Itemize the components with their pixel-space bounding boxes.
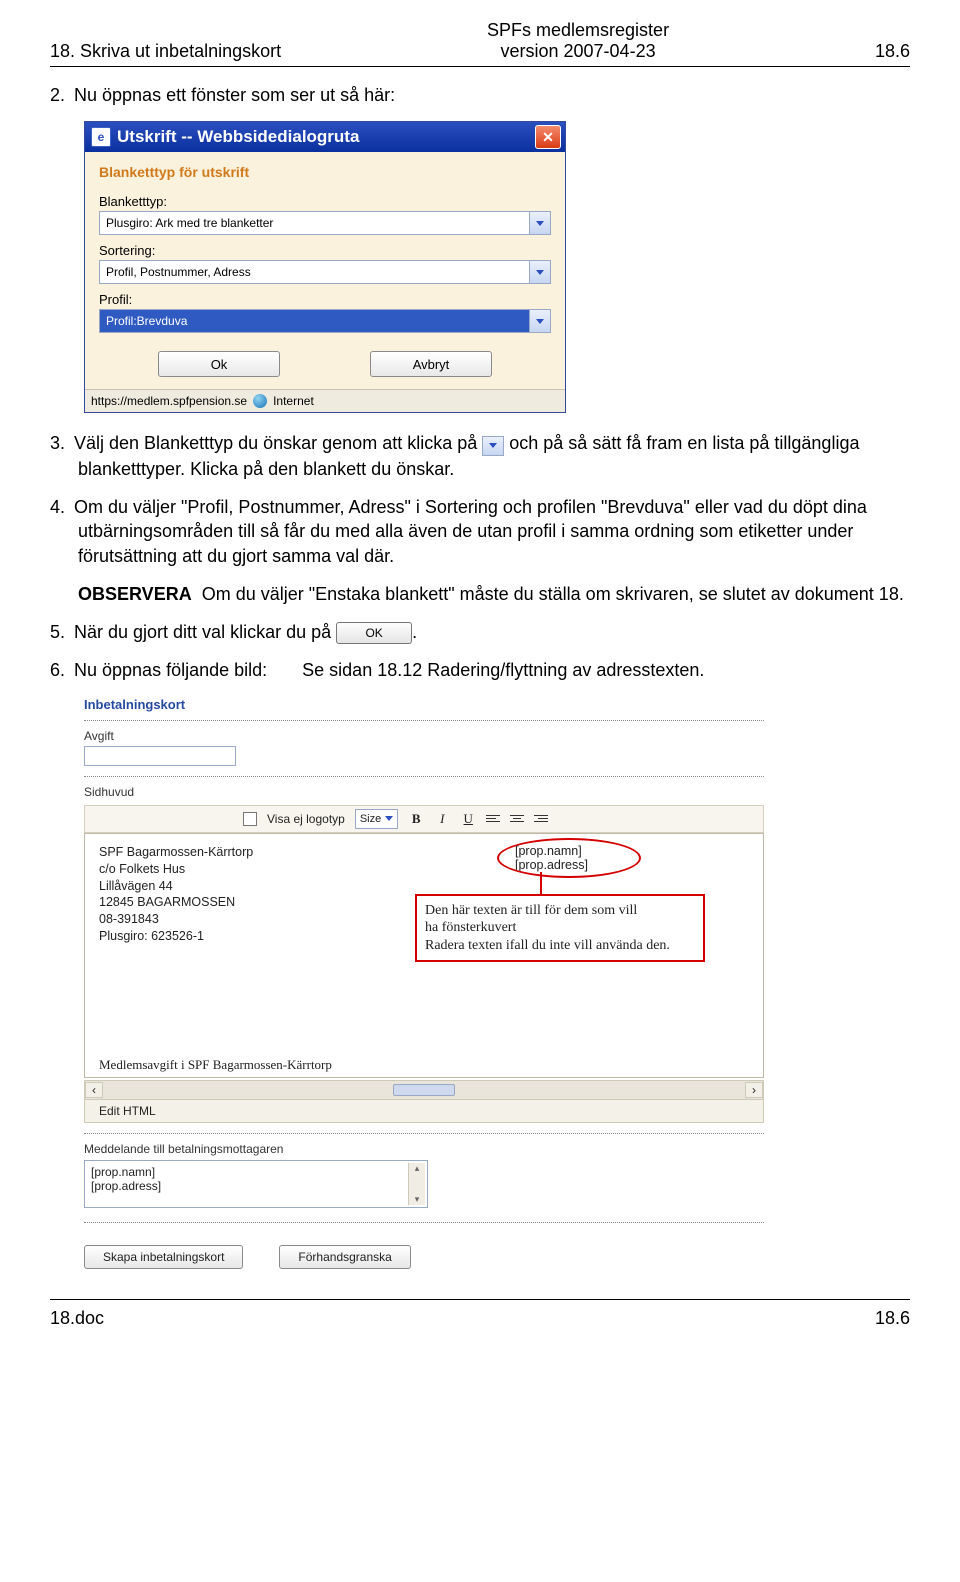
size-label: Size — [360, 813, 381, 825]
para-5-num: 5. — [50, 620, 74, 644]
addr-line: Lillåvägen 44 — [99, 878, 749, 895]
observera-text: Om du väljer "Enstaka blankett" måste du… — [202, 584, 904, 604]
meddelande-label: Meddelande till betalningsmottagaren — [84, 1142, 764, 1156]
para-4: 4.Om du väljer "Profil, Postnummer, Adre… — [78, 495, 910, 568]
para-6: 6.Nu öppnas följande bild: Se sidan 18.1… — [78, 658, 910, 682]
footer-left: 18.doc — [50, 1308, 104, 1329]
callout-line: Radera texten ifall du inte vill använda… — [425, 937, 695, 955]
size-select[interactable]: Size — [355, 809, 398, 829]
dialog-section-title: Blanketttyp för utskrift — [99, 164, 551, 180]
para-6-num: 6. — [50, 658, 74, 682]
meddelande-textarea[interactable]: [prop.namn] [prop.adress] ▴▾ — [84, 1160, 428, 1208]
med-line: [prop.namn] — [91, 1165, 421, 1179]
divider — [84, 1222, 764, 1223]
para-3-before: Välj den Blanketttyp du önskar genom att… — [74, 433, 477, 453]
callout-line: ha fönsterkuvert — [425, 919, 695, 937]
para-3-num: 3. — [50, 431, 74, 455]
truncated-text: Medlemsavgift i SPF Bagarmossen-Kärrtorp — [99, 1057, 749, 1073]
scroll-thumb[interactable] — [393, 1084, 455, 1096]
select-sortering-value[interactable] — [100, 261, 529, 283]
para-4-num: 4. — [50, 495, 74, 519]
close-button[interactable]: ✕ — [535, 125, 561, 149]
sidhuvud-label: Sidhuvud — [84, 785, 764, 799]
align-right-icon[interactable] — [534, 815, 548, 822]
scroll-left-icon[interactable]: ‹ — [85, 1082, 103, 1098]
para-6-extra: Se sidan 18.12 Radering/flyttning av adr… — [302, 660, 704, 680]
scroll-right-icon[interactable]: › — [745, 1082, 763, 1098]
select-profil[interactable] — [99, 309, 551, 333]
annotation-oval — [497, 838, 641, 878]
avgift-input[interactable] — [84, 746, 236, 766]
footer-rule — [50, 1299, 910, 1300]
select-blanketttyp[interactable] — [99, 211, 551, 235]
para-3: 3.Välj den Blanketttyp du önskar genom a… — [78, 431, 910, 481]
dialog-title: Utskrift -- Webbsidedialogruta — [117, 127, 359, 147]
field-label-sortering: Sortering: — [99, 243, 551, 258]
rich-text-toolbar: Visa ej logotyp Size B I U — [84, 805, 764, 833]
app-icon: e — [91, 127, 111, 147]
vertical-scrollbar[interactable]: ▴▾ — [408, 1163, 425, 1205]
horizontal-scrollbar[interactable]: ‹ › — [84, 1080, 764, 1100]
annotation-callout: Den här texten är till för dem som vill … — [415, 894, 705, 963]
divider — [84, 720, 764, 721]
para-5-text: När du gjort ditt val klickar du på — [74, 622, 331, 642]
italic-button[interactable]: I — [434, 811, 450, 827]
callout-line: Den här texten är till för dem som vill — [425, 902, 695, 920]
bold-button[interactable]: B — [408, 811, 424, 827]
visa-ej-label: Visa ej logotyp — [267, 812, 345, 826]
header-center-2: version 2007-04-23 — [281, 41, 875, 62]
avgift-label: Avgift — [84, 729, 764, 743]
editor-title: Inbetalningskort — [84, 697, 764, 712]
skapa-button[interactable]: Skapa inbetalningskort — [84, 1245, 243, 1269]
align-left-icon[interactable] — [486, 815, 500, 822]
header-rule — [50, 66, 910, 67]
field-label-blanketttyp: Blanketttyp: — [99, 194, 551, 209]
chevron-down-icon[interactable] — [529, 310, 550, 332]
edit-html-row: Edit HTML — [84, 1100, 764, 1123]
checkbox-visa-ej[interactable] — [243, 812, 257, 826]
divider — [84, 776, 764, 777]
ok-inline-button[interactable]: OK — [336, 622, 412, 644]
para-2: 2.Nu öppnas ett fönster som ser ut så hä… — [78, 83, 910, 107]
header-center-1: SPFs medlemsregister — [281, 20, 875, 41]
status-zone: Internet — [273, 394, 314, 408]
globe-icon — [253, 394, 267, 408]
rich-text-area[interactable]: SPF Bagarmossen-Kärrtorp c/o Folkets Hus… — [84, 833, 764, 1078]
header-left: 18. Skriva ut inbetalningskort — [50, 41, 281, 62]
para-2-text: Nu öppnas ett fönster som ser ut så här: — [74, 85, 395, 105]
forhandsgranska-button[interactable]: Förhandsgranska — [279, 1245, 410, 1269]
status-url: https://medlem.spfpension.se — [91, 394, 247, 408]
ok-button[interactable]: Ok — [158, 351, 280, 377]
observera-bold: OBSERVERA — [78, 584, 192, 604]
field-label-profil: Profil: — [99, 292, 551, 307]
align-center-icon[interactable] — [510, 815, 524, 822]
header-right: 18.6 — [875, 41, 910, 62]
addr-line: c/o Folkets Hus — [99, 861, 749, 878]
para-5: 5.När du gjort ditt val klickar du på OK… — [78, 620, 910, 644]
print-dialog: e Utskrift -- Webbsidedialogruta ✕ Blank… — [84, 121, 566, 413]
chevron-down-icon[interactable] — [529, 212, 550, 234]
dialog-titlebar: e Utskrift -- Webbsidedialogruta ✕ — [85, 122, 565, 152]
status-bar: https://medlem.spfpension.se Internet — [85, 389, 565, 412]
select-profil-value[interactable] — [100, 310, 529, 332]
para-observera: OBSERVERA Om du väljer "Enstaka blankett… — [78, 582, 910, 606]
underline-button[interactable]: U — [460, 811, 476, 827]
select-blanketttyp-value[interactable] — [100, 212, 529, 234]
med-line: [prop.adress] — [91, 1179, 421, 1193]
dropdown-inline-icon — [482, 432, 504, 456]
edit-html-label: Edit HTML — [99, 1104, 156, 1118]
cancel-button[interactable]: Avbryt — [370, 351, 492, 377]
select-sortering[interactable] — [99, 260, 551, 284]
para-2-num: 2. — [50, 83, 74, 107]
chevron-down-icon[interactable] — [529, 261, 550, 283]
editor-screenshot: Inbetalningskort Avgift Sidhuvud Visa ej… — [84, 697, 764, 1269]
divider — [84, 1133, 764, 1134]
footer-right: 18.6 — [875, 1308, 910, 1329]
addr-line: SPF Bagarmossen-Kärrtorp — [99, 844, 749, 861]
para-4-text: Om du väljer "Profil, Postnummer, Adress… — [74, 497, 867, 566]
para-6-text: Nu öppnas följande bild: — [74, 660, 267, 680]
